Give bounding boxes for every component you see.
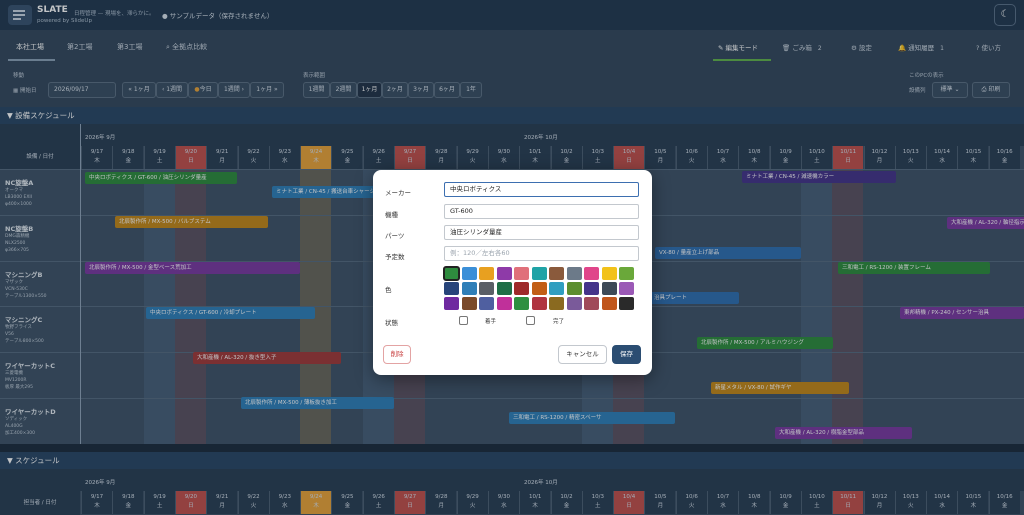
color-swatch[interactable] xyxy=(444,297,459,310)
color-swatch[interactable] xyxy=(584,267,599,280)
color-label: 色 xyxy=(385,286,392,294)
delete-button[interactable]: 削除 xyxy=(383,345,411,364)
color-swatch[interactable] xyxy=(601,267,617,280)
started-label: 着手 xyxy=(485,319,497,325)
color-swatch[interactable] xyxy=(479,267,494,280)
color-swatch[interactable] xyxy=(601,297,617,310)
color-swatch[interactable] xyxy=(601,282,617,295)
save-button[interactable]: 保存 xyxy=(612,345,641,364)
color-swatch[interactable] xyxy=(566,297,582,310)
color-swatch[interactable] xyxy=(461,267,477,280)
color-swatch[interactable] xyxy=(549,282,564,295)
quantity-label: 予定数 xyxy=(385,253,405,261)
color-swatch[interactable] xyxy=(531,282,547,295)
color-swatch[interactable] xyxy=(531,267,547,280)
color-swatch[interactable] xyxy=(461,282,477,295)
color-swatch[interactable] xyxy=(619,282,634,295)
color-swatch[interactable] xyxy=(584,297,599,310)
color-swatch[interactable] xyxy=(496,297,512,310)
done-label: 完了 xyxy=(553,319,565,325)
color-swatch[interactable] xyxy=(514,267,529,280)
quantity-input[interactable]: 例：120／左右各60 xyxy=(444,246,639,261)
color-swatch[interactable] xyxy=(619,267,634,280)
color-swatch[interactable] xyxy=(531,297,547,310)
color-swatch[interactable] xyxy=(496,267,512,280)
color-swatch[interactable] xyxy=(461,297,477,310)
color-swatch[interactable] xyxy=(514,297,529,310)
cancel-button[interactable]: キャンセル xyxy=(558,345,607,364)
maker-label: メーカー xyxy=(385,189,411,197)
color-swatch[interactable] xyxy=(444,282,459,295)
done-checkbox[interactable] xyxy=(526,316,535,325)
color-swatch[interactable] xyxy=(619,297,634,310)
color-swatch[interactable] xyxy=(566,282,582,295)
model-input[interactable]: GT-600 xyxy=(444,204,639,219)
color-swatch[interactable] xyxy=(549,267,564,280)
parts-input[interactable]: 油圧シリンダ量産 xyxy=(444,225,639,240)
color-swatch[interactable] xyxy=(443,266,460,281)
maker-input[interactable]: 中央ロボティクス xyxy=(444,182,639,197)
color-swatch[interactable] xyxy=(479,297,494,310)
started-checkbox[interactable] xyxy=(459,316,468,325)
status-label: 状態 xyxy=(385,319,398,327)
color-swatch[interactable] xyxy=(479,282,494,295)
color-swatch[interactable] xyxy=(566,267,582,280)
model-label: 機種 xyxy=(385,211,398,219)
parts-label: パーツ xyxy=(385,232,405,240)
color-swatch[interactable] xyxy=(496,282,512,295)
color-swatch[interactable] xyxy=(514,282,529,295)
edit-task-dialog: メーカー 中央ロボティクス 機種 GT-600 パーツ 油圧シリンダ量産 予定数… xyxy=(373,170,652,375)
color-swatch[interactable] xyxy=(584,282,599,295)
color-swatch[interactable] xyxy=(549,297,564,310)
